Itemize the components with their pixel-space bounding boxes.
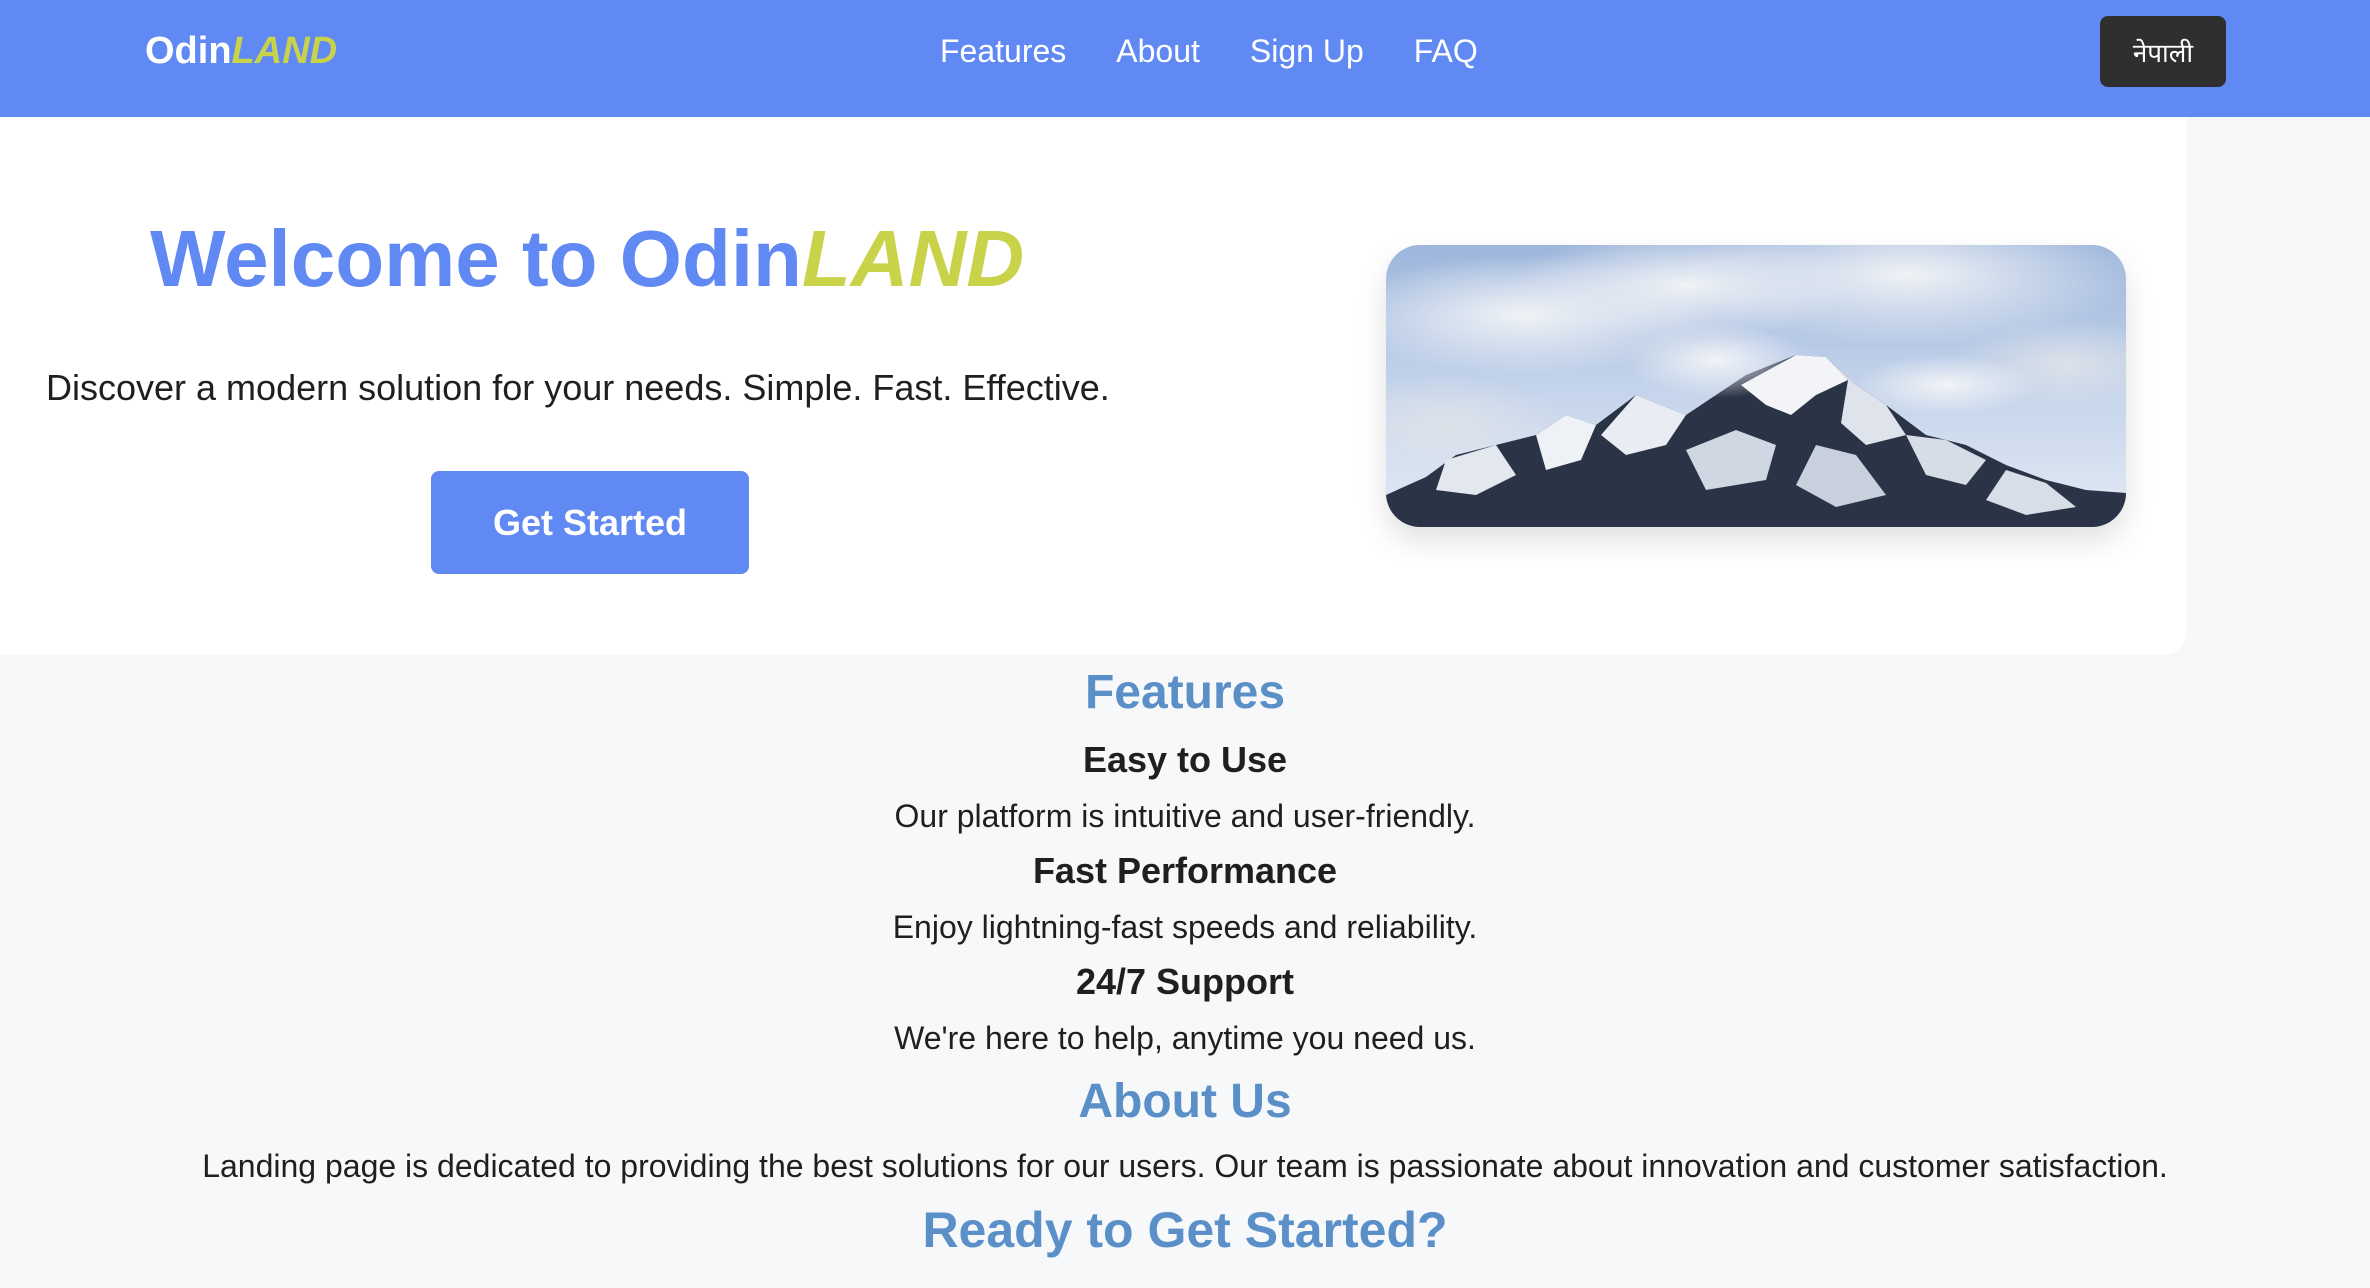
feature-desc-fast-performance: Enjoy lightning-fast speeds and reliabil… — [892, 909, 1478, 945]
features-heading: Features — [1084, 666, 1286, 719]
about-heading: About Us — [1078, 1075, 1292, 1128]
snowy-mountain-image — [1386, 245, 2126, 527]
nav-link-faq[interactable]: FAQ — [1414, 28, 1478, 74]
feature-title-easy-to-use: Easy to Use — [1082, 739, 1288, 780]
get-started-button[interactable]: Get Started — [431, 471, 749, 574]
about-text: Landing page is dedicated to providing t… — [202, 1148, 2168, 1184]
nav-link-sign-up[interactable]: Sign Up — [1250, 28, 1364, 74]
language-toggle-button[interactable]: नेपाली — [2100, 16, 2226, 87]
top-navbar: OdinLAND Features About Sign Up FAQ नेपा… — [0, 0, 2370, 117]
main-nav: Features About Sign Up FAQ — [940, 28, 1478, 74]
hero-title: Welcome to OdinLAND — [150, 209, 1024, 309]
hero-title-accent: LAND — [801, 214, 1025, 303]
nav-link-about[interactable]: About — [1116, 28, 1200, 74]
feature-desc-support: We're here to help, anytime you need us. — [894, 1020, 1476, 1056]
nav-link-features[interactable]: Features — [940, 28, 1066, 74]
mountain-illustration — [1386, 245, 2126, 527]
signup-heading: Ready to Get Started? — [922, 1202, 1448, 1258]
hero-section: Welcome to OdinLAND Discover a modern so… — [0, 117, 2186, 655]
hero-title-prefix: Welcome to Odin — [150, 214, 802, 303]
feature-title-support: 24/7 Support — [1075, 961, 1295, 1002]
feature-title-fast-performance: Fast Performance — [1032, 850, 1338, 891]
brand-accent: LAND — [231, 30, 338, 72]
brand-logo[interactable]: OdinLAND — [145, 24, 337, 78]
feature-desc-easy-to-use: Our platform is intuitive and user-frien… — [894, 798, 1476, 834]
brand-name: Odin — [145, 30, 232, 72]
hero-subtitle: Discover a modern solution for your need… — [46, 367, 1110, 408]
